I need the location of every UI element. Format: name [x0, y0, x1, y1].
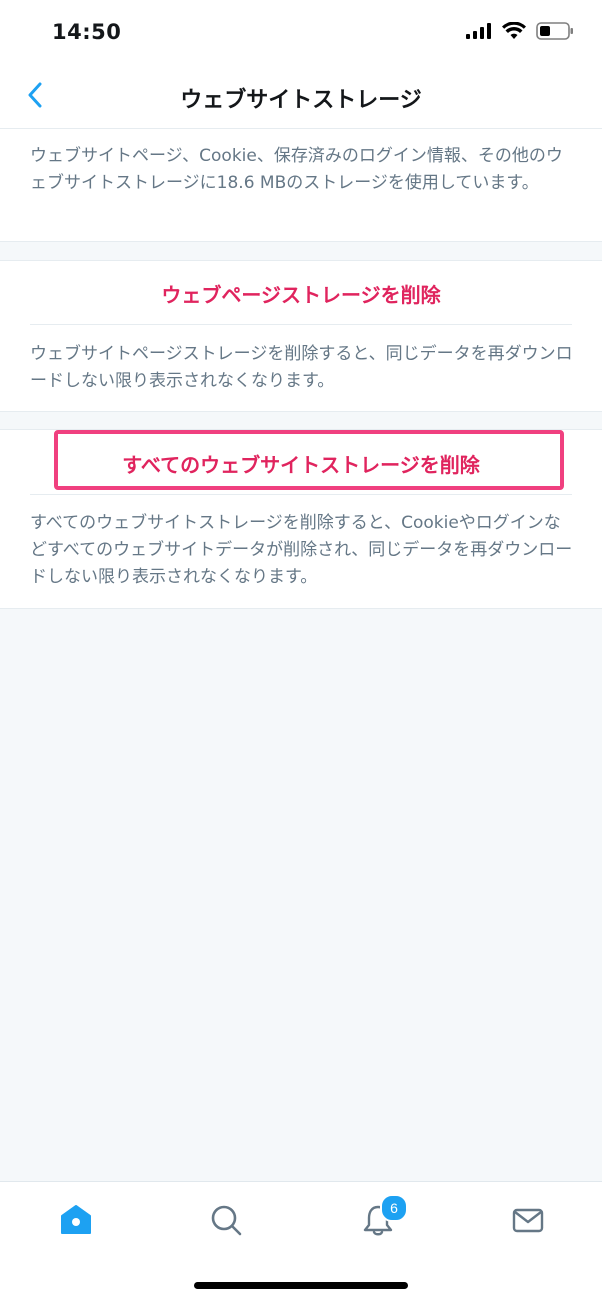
- delete-webpage-storage-button[interactable]: ウェブページストレージを削除: [0, 279, 602, 308]
- search-icon: [211, 1205, 242, 1236]
- tab-home[interactable]: [56, 1200, 96, 1240]
- tab-messages[interactable]: [508, 1200, 548, 1240]
- navigation-bar: ウェブサイトストレージ: [0, 62, 602, 129]
- webpage-storage-section: ウェブページストレージを削除 ウェブサイトページストレージを削除すると、同じデー…: [0, 260, 602, 412]
- home-icon: [61, 1205, 91, 1234]
- status-time: 14:50: [52, 20, 122, 44]
- cellular-signal-icon: [466, 23, 491, 39]
- notifications-badge: 6: [380, 1194, 408, 1222]
- storage-info-section: ウェブサイトページ、Cookie、保存済みのログイン情報、その他のウェブサイトス…: [0, 129, 602, 242]
- all-storage-description: すべてのウェブサイトストレージを削除すると、Cookieやログインなどすべてのウ…: [30, 513, 573, 587]
- page-title: ウェブサイトストレージ: [180, 88, 422, 113]
- status-bar: 14:50: [0, 0, 602, 62]
- home-indicator: [194, 1282, 408, 1289]
- wifi-icon: [502, 22, 526, 39]
- storage-usage-text: ウェブサイトページ、Cookie、保存済みのログイン情報、その他のウェブサイトス…: [30, 146, 563, 193]
- mail-icon: [512, 1208, 544, 1233]
- battery-icon: [536, 22, 573, 40]
- highlight-box: [54, 430, 564, 490]
- divider: [30, 324, 572, 325]
- status-icons: [466, 22, 574, 40]
- divider: [30, 494, 572, 495]
- webpage-storage-description: ウェブサイトページストレージを削除すると、同じデータを再ダウンロードしない限り表…: [30, 344, 573, 391]
- tab-search[interactable]: [206, 1200, 246, 1240]
- tab-notifications[interactable]: 6: [358, 1194, 408, 1240]
